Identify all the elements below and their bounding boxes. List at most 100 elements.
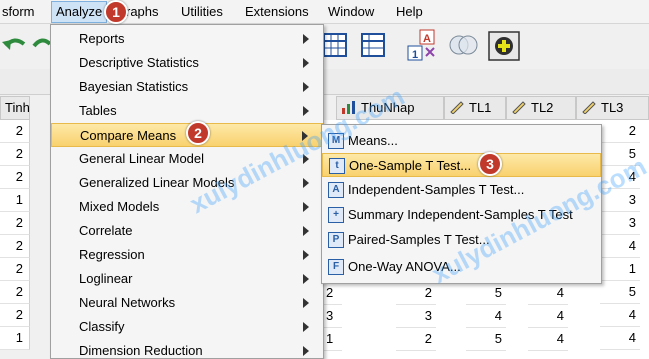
data-grid-icon[interactable] bbox=[322, 32, 348, 58]
grid-cell[interactable]: 4 bbox=[466, 305, 506, 328]
add-icon[interactable] bbox=[488, 31, 520, 61]
grid-cell[interactable]: 2 bbox=[396, 282, 436, 305]
submenu-arrow-icon bbox=[303, 202, 309, 212]
menu-item-classify[interactable]: Classify bbox=[51, 315, 323, 339]
grid-cell[interactable]: 5 bbox=[466, 282, 506, 305]
submenu-item-one-sample-t-test[interactable]: t One-Sample T Test... bbox=[322, 153, 601, 177]
menu-item-dimension-reduction[interactable]: Dimension Reduction bbox=[51, 339, 323, 359]
menu-item-reports[interactable]: Reports bbox=[51, 27, 323, 51]
ruler-icon bbox=[582, 101, 596, 115]
submenu-item-means[interactable]: M Means... bbox=[322, 129, 601, 153]
paired-samples-icon: P bbox=[328, 232, 344, 248]
grid-cell[interactable]: 4 bbox=[528, 328, 568, 351]
grid-cell[interactable]: 2 bbox=[0, 258, 30, 281]
grid-cell[interactable]: 4 bbox=[528, 282, 568, 305]
grid-cell[interactable]: 3 bbox=[396, 305, 436, 328]
menu-item-loglinear[interactable]: Loglinear bbox=[51, 267, 323, 291]
submenu-item-paired-samples-t-test[interactable]: P Paired-Samples T Test... bbox=[322, 228, 601, 252]
grid-cell[interactable]: 1 bbox=[0, 327, 30, 350]
grid-cell[interactable]: 2 bbox=[0, 235, 30, 258]
menu-item-general-linear-model[interactable]: General Linear Model bbox=[51, 147, 323, 171]
submenu-arrow-icon bbox=[303, 298, 309, 308]
redo-icon[interactable] bbox=[32, 34, 52, 56]
menu-item-regression[interactable]: Regression bbox=[51, 243, 323, 267]
grid-cell[interactable]: 2 bbox=[0, 166, 30, 189]
menu-item-descriptive-statistics[interactable]: Descriptive Statistics bbox=[51, 51, 323, 75]
column-header-tl2[interactable]: TL2 bbox=[506, 96, 576, 120]
grid-cell[interactable]: 4 bbox=[600, 327, 640, 350]
grid-cell[interactable]: 3 bbox=[600, 189, 640, 212]
submenu-arrow-icon bbox=[303, 274, 309, 284]
menu-help[interactable]: Help bbox=[396, 4, 423, 19]
compare-means-submenu: M Means... t One-Sample T Test... A Inde… bbox=[321, 124, 602, 284]
menu-item-generalized-linear-models[interactable]: Generalized Linear Models bbox=[51, 171, 323, 195]
grid-cell[interactable]: 2 bbox=[0, 212, 30, 235]
grid-cell[interactable]: 2 bbox=[396, 328, 436, 351]
grid-cell[interactable]: 3 bbox=[322, 305, 342, 328]
undo-icon[interactable] bbox=[2, 34, 28, 56]
grid-cell[interactable]: 2 bbox=[0, 281, 30, 304]
grid-cell[interactable]: 1 bbox=[0, 189, 30, 212]
submenu-arrow-icon bbox=[303, 226, 309, 236]
grid-cell[interactable]: 1 bbox=[322, 328, 342, 351]
menu-item-label: Tables bbox=[79, 103, 117, 118]
value-labels-icon[interactable]: A 1 bbox=[404, 28, 442, 64]
grid-cell[interactable]: 1 bbox=[600, 258, 640, 281]
step-badge-2: 2 bbox=[186, 121, 210, 145]
menu-utilities[interactable]: Utilities bbox=[181, 4, 223, 19]
menu-item-label: Descriptive Statistics bbox=[79, 55, 199, 70]
menu-item-correlate[interactable]: Correlate bbox=[51, 219, 323, 243]
grid-cell[interactable]: 2 bbox=[322, 282, 342, 305]
menu-transform[interactable]: sform bbox=[2, 4, 35, 19]
grid-cell[interactable]: 2 bbox=[0, 120, 30, 143]
menu-analyze[interactable]: Analyze bbox=[51, 1, 108, 23]
grid-cell[interactable]: 2 bbox=[600, 120, 640, 143]
anova-icon: F bbox=[328, 259, 344, 275]
grid-cell[interactable]: 3 bbox=[600, 212, 640, 235]
column-header-tl1[interactable]: TL1 bbox=[444, 96, 506, 120]
menu-item-label: Classify bbox=[79, 319, 125, 334]
grid-cell[interactable]: 5 bbox=[600, 281, 640, 304]
grid-cell[interactable]: 4 bbox=[600, 235, 640, 258]
column-header-tinh[interactable]: Tinh bbox=[0, 96, 30, 120]
menu-item-label: Mixed Models bbox=[79, 199, 160, 214]
submenu-arrow-icon bbox=[303, 82, 309, 92]
menu-item-label: General Linear Model bbox=[79, 151, 205, 166]
menu-window[interactable]: Window bbox=[328, 4, 374, 19]
menu-graphs[interactable]: raphs bbox=[126, 4, 159, 19]
menu-item-label: Regression bbox=[79, 247, 145, 262]
submenu-item-label: Independent-Samples T Test... bbox=[348, 182, 525, 197]
menu-item-bayesian-statistics[interactable]: Bayesian Statistics bbox=[51, 75, 323, 99]
menu-extensions[interactable]: Extensions bbox=[245, 4, 309, 19]
submenu-item-one-way-anova[interactable]: F One-Way ANOVA... bbox=[322, 255, 601, 279]
submenu-item-summary-independent-samples-t-test[interactable]: + Summary Independent-Samples T Test bbox=[322, 203, 601, 227]
submenu-item-label: Paired-Samples T Test... bbox=[348, 232, 490, 247]
menu-item-label: Bayesian Statistics bbox=[79, 79, 189, 94]
menu-bar: sform Analyze raphs Utilities Extensions… bbox=[0, 0, 649, 24]
submenu-item-label: Means... bbox=[348, 133, 398, 148]
grid-cell[interactable]: 2 bbox=[0, 304, 30, 327]
submenu-item-label: Summary Independent-Samples T Test bbox=[348, 207, 573, 222]
menu-item-mixed-models[interactable]: Mixed Models bbox=[51, 195, 323, 219]
submenu-arrow-icon bbox=[302, 131, 308, 141]
submenu-arrow-icon bbox=[303, 250, 309, 260]
grid-cell[interactable]: 5 bbox=[466, 328, 506, 351]
menu-item-neural-networks[interactable]: Neural Networks bbox=[51, 291, 323, 315]
submenu-arrow-icon bbox=[303, 34, 309, 44]
grid-cell[interactable]: 5 bbox=[600, 143, 640, 166]
column-header-tl3[interactable]: TL3 bbox=[576, 96, 649, 120]
t-test-icon: t bbox=[329, 158, 345, 174]
menu-item-label: Neural Networks bbox=[79, 295, 176, 310]
use-sets-icon[interactable] bbox=[446, 30, 482, 60]
submenu-arrow-icon bbox=[303, 178, 309, 188]
grid-cell[interactable]: 4 bbox=[600, 166, 640, 189]
variable-grid-icon[interactable] bbox=[360, 32, 386, 58]
column-header-thunhap[interactable]: ThuNhap bbox=[336, 96, 444, 120]
grid-cell[interactable]: 4 bbox=[528, 305, 568, 328]
submenu-arrow-icon bbox=[303, 154, 309, 164]
submenu-item-independent-samples-t-test[interactable]: A Independent-Samples T Test... bbox=[322, 178, 601, 202]
grid-cell[interactable]: 2 bbox=[0, 143, 30, 166]
analyze-menu: Reports Descriptive Statistics Bayesian … bbox=[50, 24, 324, 359]
grid-cell[interactable]: 4 bbox=[600, 304, 640, 327]
menu-item-tables[interactable]: Tables bbox=[51, 99, 323, 123]
